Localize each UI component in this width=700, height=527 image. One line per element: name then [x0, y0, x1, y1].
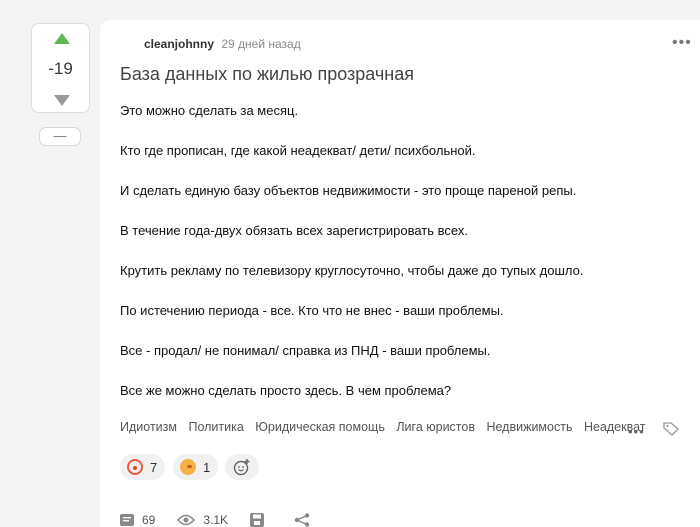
tag-real-estate[interactable]: Недвижимость — [486, 420, 572, 434]
reaction-count: 7 — [150, 459, 158, 475]
comments-button[interactable]: 69 — [120, 513, 155, 527]
comments-count: 69 — [142, 513, 156, 527]
add-emoji-icon — [233, 459, 250, 476]
post-paragraph: Крутить рекламу по телевизору круглосуто… — [120, 263, 584, 278]
views-counter: 3.1K — [177, 513, 228, 527]
share-icon — [294, 513, 310, 527]
clown-emoji-icon — [127, 459, 143, 475]
post-paragraph: Все же можно сделать просто здесь. В чем… — [120, 383, 452, 398]
views-count: 3.1K — [203, 513, 229, 527]
author-link[interactable]: cleanjohnny — [144, 37, 214, 51]
tag-legal-help[interactable]: Юридическая помощь — [255, 420, 385, 434]
post-paragraph: Это можно сделать за месяц. — [120, 103, 299, 118]
post-paragraph: И сделать единую базу объектов недвижимо… — [120, 183, 577, 198]
more-options-button[interactable]: ••• — [672, 35, 692, 51]
vote-score: -19 — [48, 59, 73, 78]
post-card: cleanjohnny 29 дней назад ••• База данны… — [100, 20, 700, 527]
share-button[interactable] — [294, 513, 318, 527]
add-reaction-button[interactable] — [225, 454, 259, 480]
reaction-count: 1 — [203, 459, 211, 475]
tag-politics[interactable]: Политика — [188, 420, 243, 434]
post-body: Это можно сделать за месяц. Кто где проп… — [120, 103, 680, 423]
post-paragraph: В течение года-двух обязать всех зарегис… — [120, 223, 468, 238]
downvote-arrow-icon[interactable] — [54, 95, 70, 106]
post-header: cleanjohnny 29 дней назад — [144, 37, 301, 51]
comment-icon — [120, 514, 134, 526]
vote-panel: -19 — [31, 23, 90, 113]
more-tags-button[interactable]: ••• — [628, 424, 645, 439]
reaction-clown[interactable]: 7 — [120, 454, 165, 480]
fire-emoji-icon — [180, 459, 196, 475]
save-button[interactable] — [250, 513, 272, 527]
reaction-fire[interactable]: 1 — [173, 454, 218, 480]
post-footer: 69 3.1K — [120, 513, 340, 527]
tag-icon[interactable] — [663, 422, 679, 436]
post-paragraph: Все - продал/ не понимал/ справка из ПНД… — [120, 343, 491, 358]
post-paragraph: По истечению периода - все. Кто что не в… — [120, 303, 504, 318]
upvote-arrow-icon[interactable] — [54, 33, 70, 44]
tag-idiotism[interactable]: Идиотизм — [120, 420, 177, 434]
post-paragraph: Кто где прописан, где какой неадекват/ д… — [120, 143, 476, 158]
collapse-button[interactable]: — — [39, 127, 81, 146]
eye-icon — [177, 514, 196, 526]
tag-lawyers-league[interactable]: Лига юристов — [396, 420, 475, 434]
tag-list: Идиотизм Политика Юридическая помощь Лиг… — [120, 420, 654, 434]
post-time: 29 дней назад — [221, 37, 301, 51]
save-icon — [250, 513, 265, 527]
post-title[interactable]: База данных по жилью прозрачная — [120, 64, 414, 85]
